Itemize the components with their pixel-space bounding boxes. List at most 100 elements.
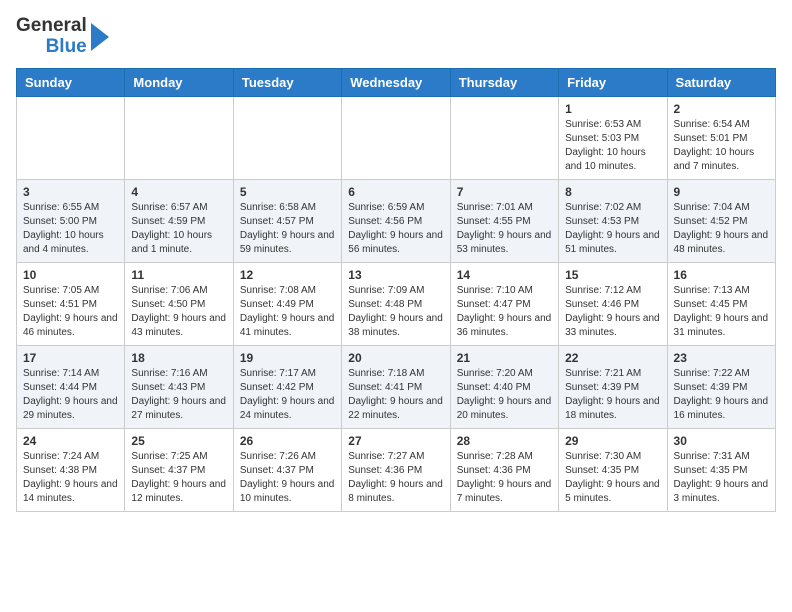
day-info: Sunrise: 7:13 AM Sunset: 4:45 PM Dayligh… xyxy=(674,284,769,340)
day-number: 3 xyxy=(23,185,118,199)
day-info: Sunrise: 7:28 AM Sunset: 4:36 PM Dayligh… xyxy=(457,450,552,506)
day-number: 15 xyxy=(565,268,660,282)
calendar-cell: 27 Sunrise: 7:27 AM Sunset: 4:36 PM Dayli… xyxy=(342,428,450,511)
calendar-cell xyxy=(125,96,233,179)
day-number: 5 xyxy=(240,185,335,199)
day-info: Sunrise: 6:58 AM Sunset: 4:57 PM Dayligh… xyxy=(240,201,335,257)
calendar-cell: 17Sunrise: 7:14 AM Sunset: 4:44 PM Dayli… xyxy=(17,345,125,428)
calendar-cell: 8 Sunrise: 7:02 AM Sunset: 4:53 PM Daylig… xyxy=(559,179,667,262)
calendar-table: SundayMondayTuesdayWednesdayThursdayFrid… xyxy=(16,68,776,512)
day-number: 24 xyxy=(23,434,118,448)
calendar-cell: 19 Sunrise: 7:17 AM Sunset: 4:42 PM Dayli… xyxy=(233,345,341,428)
day-of-week-header: Monday xyxy=(125,68,233,96)
day-number: 30 xyxy=(674,434,769,448)
day-number: 22 xyxy=(565,351,660,365)
calendar-week-row: 3 Sunrise: 6:55 AM Sunset: 5:00 PM Daylig… xyxy=(17,179,776,262)
calendar-cell: 20Sunrise: 7:18 AM Sunset: 4:41 PM Dayli… xyxy=(342,345,450,428)
day-info: Sunrise: 6:59 AM Sunset: 4:56 PM Dayligh… xyxy=(348,201,443,257)
day-number: 20 xyxy=(348,351,443,365)
day-number: 11 xyxy=(131,268,226,282)
calendar-week-row: 24 Sunrise: 7:24 AM Sunset: 4:38 PM Dayli… xyxy=(17,428,776,511)
day-number: 13 xyxy=(348,268,443,282)
day-info: Sunrise: 7:12 AM Sunset: 4:46 PM Dayligh… xyxy=(565,284,660,340)
calendar-cell: 5 Sunrise: 6:58 AM Sunset: 4:57 PM Daylig… xyxy=(233,179,341,262)
calendar-cell: 7 Sunrise: 7:01 AM Sunset: 4:55 PM Daylig… xyxy=(450,179,558,262)
day-info: Sunrise: 7:30 AM Sunset: 4:35 PM Dayligh… xyxy=(565,450,660,506)
day-number: 18 xyxy=(131,351,226,365)
day-number: 26 xyxy=(240,434,335,448)
calendar-cell: 21 Sunrise: 7:20 AM Sunset: 4:40 PM Dayli… xyxy=(450,345,558,428)
calendar-cell: 11 Sunrise: 7:06 AM Sunset: 4:50 PM Dayli… xyxy=(125,262,233,345)
page-header: General Blue xyxy=(16,16,776,58)
day-of-week-header: Thursday xyxy=(450,68,558,96)
calendar-cell: 26 Sunrise: 7:26 AM Sunset: 4:37 PM Dayli… xyxy=(233,428,341,511)
day-of-week-header: Friday xyxy=(559,68,667,96)
day-number: 29 xyxy=(565,434,660,448)
day-number: 25 xyxy=(131,434,226,448)
day-info: Sunrise: 7:08 AM Sunset: 4:49 PM Dayligh… xyxy=(240,284,335,340)
logo-text: General Blue xyxy=(16,16,111,58)
day-number: 10 xyxy=(23,268,118,282)
day-info: Sunrise: 7:05 AM Sunset: 4:51 PM Dayligh… xyxy=(23,284,118,340)
day-number: 16 xyxy=(674,268,769,282)
calendar-cell xyxy=(233,96,341,179)
day-info: Sunrise: 7:04 AM Sunset: 4:52 PM Dayligh… xyxy=(674,201,769,257)
day-info: Sunrise: 7:09 AM Sunset: 4:48 PM Dayligh… xyxy=(348,284,443,340)
day-number: 1 xyxy=(565,102,660,116)
day-info: Sunrise: 7:06 AM Sunset: 4:50 PM Dayligh… xyxy=(131,284,226,340)
calendar-cell: 24 Sunrise: 7:24 AM Sunset: 4:38 PM Dayli… xyxy=(17,428,125,511)
calendar-header: SundayMondayTuesdayWednesdayThursdayFrid… xyxy=(17,68,776,96)
calendar-cell: 18 Sunrise: 7:16 AM Sunset: 4:43 PM Dayli… xyxy=(125,345,233,428)
day-info: Sunrise: 7:16 AM Sunset: 4:43 PM Dayligh… xyxy=(131,367,226,423)
day-number: 4 xyxy=(131,185,226,199)
logo-blue: Blue xyxy=(46,37,87,58)
calendar-cell: 30Sunrise: 7:31 AM Sunset: 4:35 PM Dayli… xyxy=(667,428,775,511)
calendar-cell: 15 Sunrise: 7:12 AM Sunset: 4:46 PM Dayli… xyxy=(559,262,667,345)
day-info: Sunrise: 7:10 AM Sunset: 4:47 PM Dayligh… xyxy=(457,284,552,340)
day-info: Sunrise: 6:53 AM Sunset: 5:03 PM Dayligh… xyxy=(565,118,660,174)
day-of-week-header: Wednesday xyxy=(342,68,450,96)
day-info: Sunrise: 6:57 AM Sunset: 4:59 PM Dayligh… xyxy=(131,201,226,257)
day-number: 12 xyxy=(240,268,335,282)
calendar-week-row: 10 Sunrise: 7:05 AM Sunset: 4:51 PM Dayli… xyxy=(17,262,776,345)
calendar-cell: 22Sunrise: 7:21 AM Sunset: 4:39 PM Dayli… xyxy=(559,345,667,428)
days-of-week-row: SundayMondayTuesdayWednesdayThursdayFrid… xyxy=(17,68,776,96)
calendar-week-row: 17Sunrise: 7:14 AM Sunset: 4:44 PM Dayli… xyxy=(17,345,776,428)
day-number: 6 xyxy=(348,185,443,199)
calendar-cell xyxy=(342,96,450,179)
day-info: Sunrise: 7:17 AM Sunset: 4:42 PM Dayligh… xyxy=(240,367,335,423)
day-info: Sunrise: 6:55 AM Sunset: 5:00 PM Dayligh… xyxy=(23,201,118,257)
day-number: 7 xyxy=(457,185,552,199)
day-info: Sunrise: 7:25 AM Sunset: 4:37 PM Dayligh… xyxy=(131,450,226,506)
calendar-cell: 23 Sunrise: 7:22 AM Sunset: 4:39 PM Dayli… xyxy=(667,345,775,428)
day-number: 23 xyxy=(674,351,769,365)
day-info: Sunrise: 7:01 AM Sunset: 4:55 PM Dayligh… xyxy=(457,201,552,257)
day-number: 19 xyxy=(240,351,335,365)
calendar-cell: 1 Sunrise: 6:53 AM Sunset: 5:03 PM Daylig… xyxy=(559,96,667,179)
day-info: Sunrise: 7:20 AM Sunset: 4:40 PM Dayligh… xyxy=(457,367,552,423)
day-of-week-header: Sunday xyxy=(17,68,125,96)
calendar-cell xyxy=(450,96,558,179)
calendar-cell: 14Sunrise: 7:10 AM Sunset: 4:47 PM Dayli… xyxy=(450,262,558,345)
day-number: 17 xyxy=(23,351,118,365)
day-info: Sunrise: 7:27 AM Sunset: 4:36 PM Dayligh… xyxy=(348,450,443,506)
day-info: Sunrise: 7:26 AM Sunset: 4:37 PM Dayligh… xyxy=(240,450,335,506)
day-number: 21 xyxy=(457,351,552,365)
calendar-cell: 4 Sunrise: 6:57 AM Sunset: 4:59 PM Daylig… xyxy=(125,179,233,262)
day-number: 9 xyxy=(674,185,769,199)
day-info: Sunrise: 7:24 AM Sunset: 4:38 PM Dayligh… xyxy=(23,450,118,506)
calendar-cell: 25 Sunrise: 7:25 AM Sunset: 4:37 PM Dayli… xyxy=(125,428,233,511)
day-number: 8 xyxy=(565,185,660,199)
day-number: 27 xyxy=(348,434,443,448)
logo-arrow-icon xyxy=(89,19,111,55)
calendar-cell xyxy=(17,96,125,179)
calendar-cell: 12 Sunrise: 7:08 AM Sunset: 4:49 PM Dayli… xyxy=(233,262,341,345)
calendar-cell: 3 Sunrise: 6:55 AM Sunset: 5:00 PM Daylig… xyxy=(17,179,125,262)
calendar-cell: 6 Sunrise: 6:59 AM Sunset: 4:56 PM Daylig… xyxy=(342,179,450,262)
calendar-cell: 16 Sunrise: 7:13 AM Sunset: 4:45 PM Dayli… xyxy=(667,262,775,345)
day-info: Sunrise: 7:22 AM Sunset: 4:39 PM Dayligh… xyxy=(674,367,769,423)
calendar-cell: 29 Sunrise: 7:30 AM Sunset: 4:35 PM Dayli… xyxy=(559,428,667,511)
calendar-cell: 9 Sunrise: 7:04 AM Sunset: 4:52 PM Daylig… xyxy=(667,179,775,262)
logo: General Blue xyxy=(16,16,111,58)
day-info: Sunrise: 7:02 AM Sunset: 4:53 PM Dayligh… xyxy=(565,201,660,257)
